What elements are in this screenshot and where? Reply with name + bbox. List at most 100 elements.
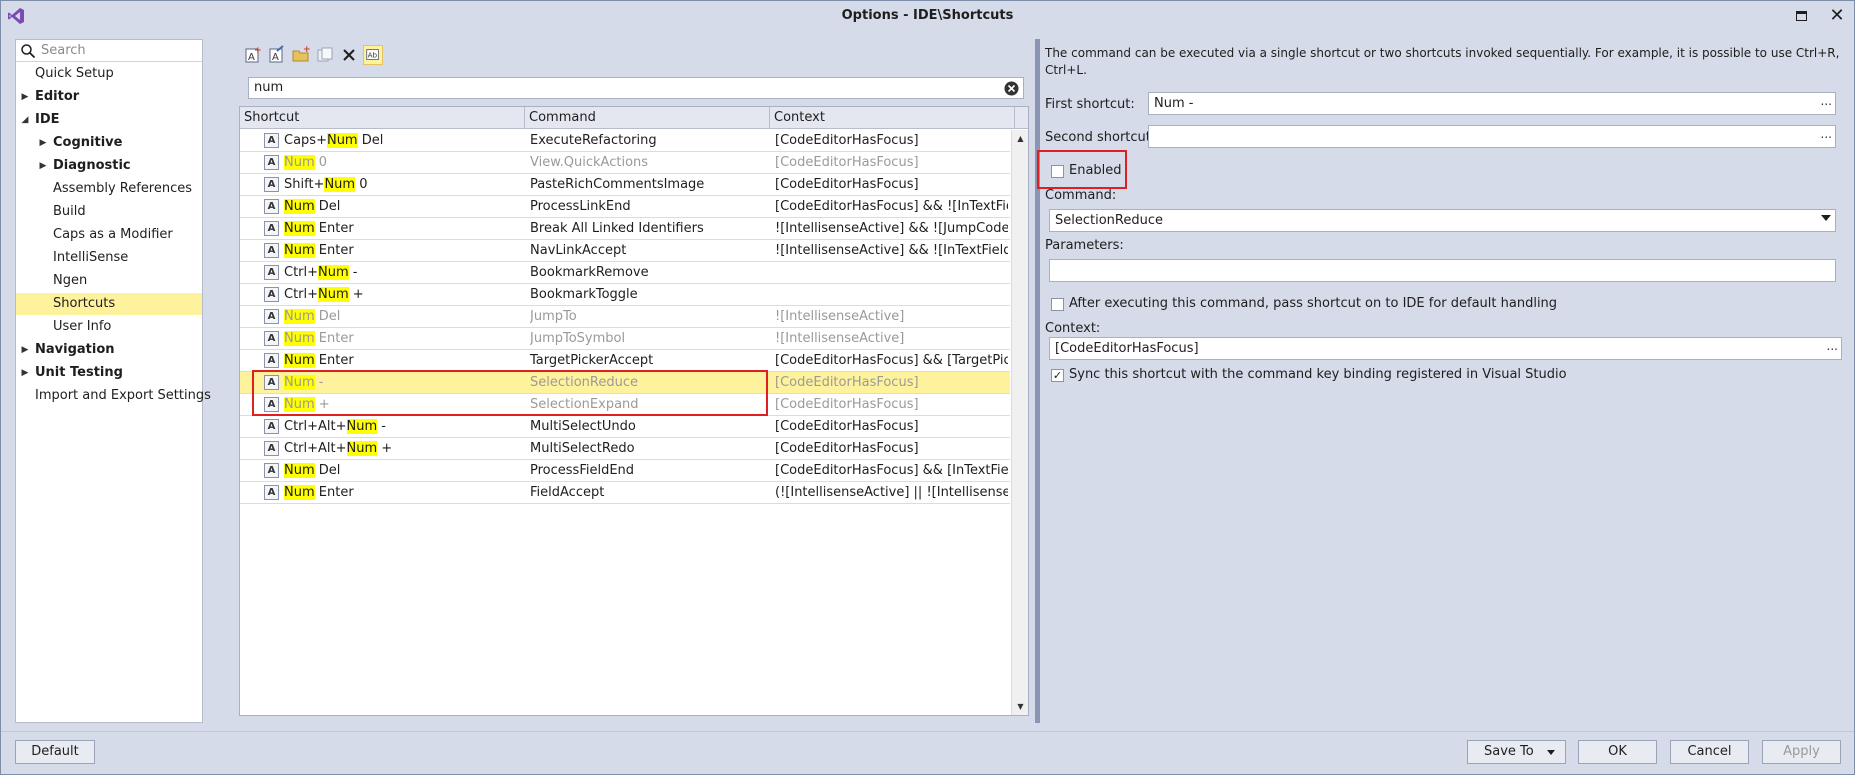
shortcut-suffix: -: [377, 419, 386, 434]
table-row[interactable]: A Num Del ProcessLinkEnd [CodeEditorHasFocu…: [240, 196, 1010, 218]
close-icon: ✕: [1829, 5, 1845, 26]
chevron-down-icon[interactable]: [1547, 750, 1555, 755]
match-case-icon[interactable]: Ab: [363, 45, 383, 65]
table-row[interactable]: A Ctrl+Num + BookmarkToggle: [240, 284, 1010, 306]
sidebar-item-label: IDE: [35, 112, 60, 127]
collapsed-arrow-icon[interactable]: ▶: [20, 362, 30, 384]
shortcut-filter-input[interactable]: num: [248, 77, 1024, 99]
default-button[interactable]: Default: [15, 740, 95, 764]
copy-icon[interactable]: [315, 45, 335, 65]
table-row[interactable]: A Num Del ProcessFieldEnd [CodeEditorHasFoc…: [240, 460, 1010, 482]
options-dialog: Options - IDE\Shortcuts ✕ Search Quick S…: [0, 0, 1855, 775]
sync-checkbox[interactable]: ✓: [1051, 369, 1064, 382]
context-browse-button[interactable]: ...: [1827, 339, 1838, 353]
add-shortcut-icon[interactable]: A +: [243, 45, 263, 65]
title-bar[interactable]: Options - IDE\Shortcuts ✕: [1, 1, 1854, 31]
sidebar-item-quick-setup[interactable]: Quick Setup: [16, 63, 202, 85]
parameters-label: Parameters:: [1045, 238, 1124, 253]
second-shortcut-browse-button[interactable]: ...: [1821, 127, 1832, 141]
table-row[interactable]: A Ctrl+Num - BookmarkRemove: [240, 262, 1010, 284]
maximize-button[interactable]: [1788, 5, 1814, 27]
command-cell: ProcessFieldEnd: [530, 463, 635, 478]
sidebar-item-user-info[interactable]: User Info: [16, 316, 202, 338]
command-cell: JumpTo: [530, 309, 577, 324]
table-row[interactable]: A Num Enter Break All Linked Identifiers ![…: [240, 218, 1010, 240]
collapsed-arrow-icon[interactable]: ▶: [38, 132, 48, 154]
table-row[interactable]: A Num Enter JumpToSymbol ![IntellisenseActi…: [240, 328, 1010, 350]
first-shortcut-field[interactable]: Num - ...: [1148, 92, 1836, 115]
panel-splitter[interactable]: [1035, 39, 1040, 723]
table-row[interactable]: A Num Enter FieldAccept (![IntellisenseActi…: [240, 482, 1010, 504]
context-cell: [CodeEditorHasFocus]: [775, 375, 919, 390]
command-cell: FieldAccept: [530, 485, 605, 500]
table-row[interactable]: A Num Enter NavLinkAccept ![IntellisenseAct…: [240, 240, 1010, 262]
save-to-button[interactable]: Save To: [1467, 740, 1566, 764]
sidebar-item-build[interactable]: Build: [16, 201, 202, 223]
context-field[interactable]: [CodeEditorHasFocus] ...: [1049, 337, 1842, 360]
table-row[interactable]: A Ctrl+Alt+Num + MultiSelectRedo [CodeEdito…: [240, 438, 1010, 460]
sidebar-item-caps-as-a-modifier[interactable]: Caps as a Modifier: [16, 224, 202, 246]
sidebar-item-editor[interactable]: ▶ Editor: [16, 86, 202, 108]
sidebar-item-navigation[interactable]: ▶ Navigation: [16, 339, 202, 361]
sidebar-item-intellisense[interactable]: IntelliSense: [16, 247, 202, 269]
collapsed-arrow-icon[interactable]: ▶: [20, 86, 30, 108]
command-combobox[interactable]: SelectionReduce: [1049, 209, 1836, 232]
parameters-field[interactable]: [1049, 259, 1836, 282]
table-row[interactable]: A Caps+Num Del ExecuteRefactoring [CodeEdit…: [240, 130, 1010, 152]
collapsed-arrow-icon[interactable]: ▶: [20, 339, 30, 361]
shortcut-cell: Num Enter: [284, 482, 524, 504]
apply-button[interactable]: Apply: [1762, 740, 1841, 764]
close-button[interactable]: ✕: [1824, 5, 1850, 27]
search-match: Num: [284, 243, 315, 258]
sidebar-item-assembly-references[interactable]: Assembly References: [16, 178, 202, 200]
sync-label[interactable]: Sync this shortcut with the command key …: [1069, 367, 1567, 382]
table-row[interactable]: A Shift+Num 0 PasteRichCommentsImage [CodeE…: [240, 174, 1010, 196]
context-label: Context:: [1045, 321, 1101, 336]
clear-filter-icon[interactable]: [1004, 81, 1019, 96]
sidebar-item-unit-testing[interactable]: ▶ Unit Testing: [16, 362, 202, 384]
pass-shortcut-checkbox[interactable]: [1051, 298, 1064, 311]
sidebar-item-label: Import and Export Settings: [35, 388, 211, 403]
context-cell: [775, 262, 1008, 284]
table-row[interactable]: A Num 0 View.QuickActions [CodeEditorHasFoc…: [240, 152, 1010, 174]
edit-shortcut-icon[interactable]: A: [267, 45, 287, 65]
second-shortcut-field[interactable]: ...: [1148, 125, 1836, 148]
table-row[interactable]: A Num Enter TargetPickerAccept [CodeEditorH…: [240, 350, 1010, 372]
context-cell: (![IntellisenseActive] || ![Intellisense…: [775, 485, 1008, 500]
sidebar-item-cognitive[interactable]: ▶ Cognitive: [16, 132, 202, 154]
delete-icon[interactable]: [339, 45, 359, 65]
scroll-down-icon[interactable]: ▼: [1012, 698, 1028, 715]
sidebar-item-diagnostic[interactable]: ▶ Diagnostic: [16, 155, 202, 177]
add-folder-icon[interactable]: +: [291, 45, 311, 65]
shortcut-suffix: Del: [314, 199, 341, 214]
column-header-shortcut[interactable]: Shortcut: [240, 107, 525, 129]
first-shortcut-browse-button[interactable]: ...: [1821, 94, 1832, 108]
svg-text:Ab: Ab: [368, 51, 378, 60]
shortcut-suffix: Enter: [314, 243, 354, 258]
sidebar-item-ngen[interactable]: Ngen: [16, 270, 202, 292]
table-row[interactable]: A Num Del JumpTo ![IntellisenseActive]: [240, 306, 1010, 328]
scroll-up-icon[interactable]: ▲: [1012, 130, 1028, 147]
column-header-command[interactable]: Command: [525, 107, 770, 129]
sidebar-item-ide[interactable]: ◢ IDE: [16, 109, 202, 131]
search-match: Num: [326, 133, 358, 148]
options-search-input[interactable]: Search: [16, 40, 202, 62]
sidebar-item-shortcuts[interactable]: Shortcuts: [16, 293, 202, 315]
collapsed-arrow-icon[interactable]: ▶: [38, 155, 48, 177]
grid-vertical-scrollbar[interactable]: ▲ ▼: [1011, 130, 1028, 715]
sidebar-item-import-and-export-settings[interactable]: Import and Export Settings: [16, 385, 211, 407]
column-header-context[interactable]: Context: [770, 107, 1015, 129]
shortcut-icon: A: [264, 243, 279, 258]
command-value: SelectionReduce: [1055, 213, 1163, 228]
cancel-button[interactable]: Cancel: [1670, 740, 1749, 764]
expanded-arrow-icon[interactable]: ◢: [20, 109, 30, 131]
shortcut-icon: A: [264, 309, 279, 324]
table-row[interactable]: A Ctrl+Alt+Num - MultiSelectUndo [CodeEdito…: [240, 416, 1010, 438]
svg-text:+: +: [303, 45, 311, 55]
first-shortcut-label: First shortcut:: [1045, 97, 1135, 112]
bottom-divider: [1, 731, 1854, 732]
chevron-down-icon[interactable]: [1821, 215, 1831, 221]
command-cell: ProcessLinkEnd: [530, 199, 631, 214]
pass-shortcut-label[interactable]: After executing this command, pass short…: [1069, 296, 1557, 311]
ok-button[interactable]: OK: [1578, 740, 1657, 764]
